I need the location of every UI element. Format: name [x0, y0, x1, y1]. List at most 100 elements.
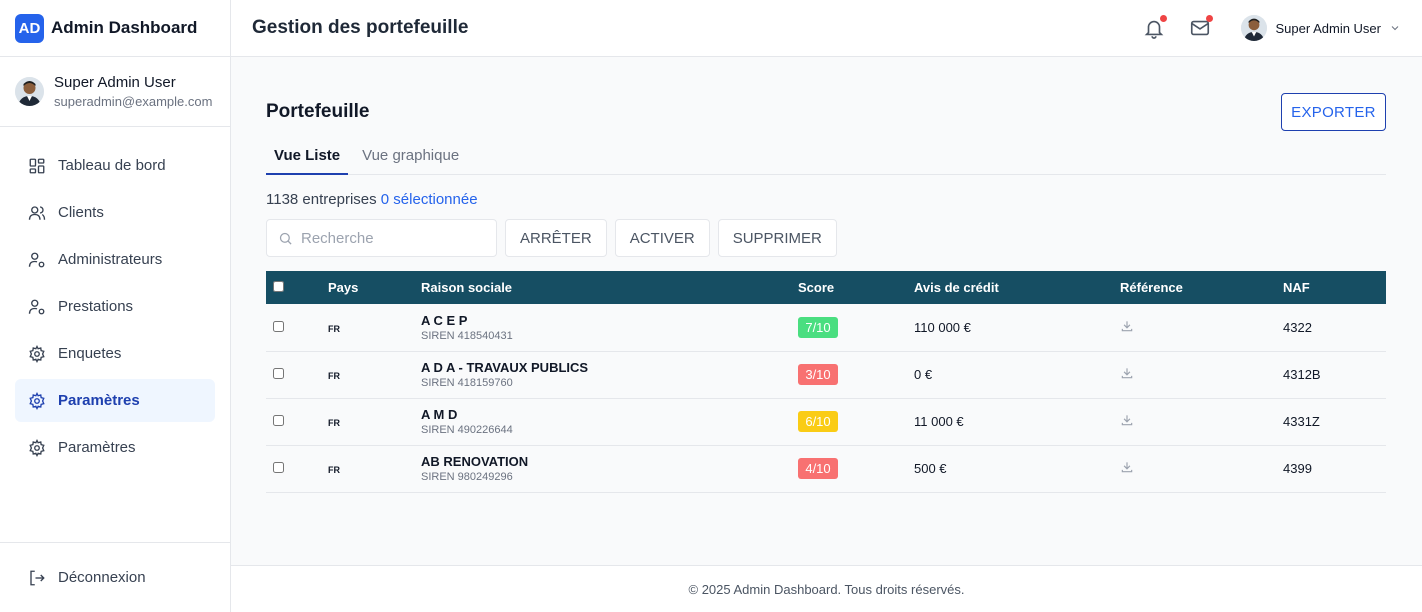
- row-checkbox[interactable]: [273, 415, 284, 426]
- col-country[interactable]: Pays: [328, 271, 421, 304]
- sidebar-item-label: Paramètres: [58, 392, 140, 409]
- messages-button[interactable]: [1189, 15, 1213, 39]
- sidebar-item-label: Clients: [58, 204, 104, 221]
- grid-icon: [29, 158, 45, 173]
- country-code: FR: [328, 323, 340, 334]
- sidebar-item-enquetes[interactable]: Enquetes: [15, 332, 215, 375]
- user-menu-name: Super Admin User: [1275, 20, 1382, 36]
- col-credit[interactable]: Avis de crédit: [914, 271, 1120, 304]
- bulk-actions: ARRÊTER ACTIVER SUPPRIMER: [266, 219, 1386, 257]
- sidebar-item-parametres-active[interactable]: Paramètres: [15, 379, 215, 422]
- col-score[interactable]: Score: [798, 271, 914, 304]
- export-button[interactable]: EXPORTER: [1281, 93, 1386, 131]
- select-all-checkbox[interactable]: [273, 281, 284, 292]
- credit-value: 11 000 €: [914, 414, 964, 429]
- sidebar-item-label: Enquetes: [58, 345, 122, 362]
- naf-code: 4331Z: [1283, 414, 1320, 429]
- sidebar-user-name: Super Admin User: [54, 73, 176, 91]
- sidebar-item-label: Tableau de bord: [58, 157, 166, 174]
- score-badge: 7/10: [798, 316, 838, 338]
- avatar: [1240, 15, 1267, 41]
- section-title: Portefeuille: [266, 101, 370, 122]
- brand[interactable]: AD Admin Dashboard: [0, 0, 230, 57]
- company-siren: SIREN 418540431: [421, 329, 513, 342]
- country-code: FR: [328, 371, 340, 381]
- company-siren: SIREN 418159760: [421, 377, 513, 389]
- sidebar-item-clients[interactable]: Clients: [15, 191, 215, 234]
- company-name[interactable]: A C E P: [421, 313, 798, 328]
- portfolio-content: Portefeuille EXPORTER Vue Liste Vue grap…: [231, 57, 1422, 565]
- page-title: Gestion des portefeuille: [252, 17, 469, 38]
- sidebar-user-email: superadmin@example.com: [54, 93, 213, 109]
- search-icon: [279, 232, 292, 245]
- sidebar-item-label: Paramètres: [58, 439, 136, 456]
- score-badge: 3/10: [798, 364, 838, 385]
- view-tabs: Vue Liste Vue graphique: [266, 142, 1386, 175]
- activate-button[interactable]: ACTIVER: [614, 219, 710, 257]
- delete-button[interactable]: SUPPRIMER: [717, 219, 837, 257]
- col-naf[interactable]: NAF: [1283, 271, 1386, 304]
- download-icon[interactable]: [1120, 366, 1134, 380]
- stop-button[interactable]: ARRÊTER: [505, 219, 607, 257]
- naf-code: 4322: [1283, 319, 1312, 335]
- sidebar-item-parametres[interactable]: Paramètres: [15, 426, 215, 469]
- download-icon[interactable]: [1120, 460, 1134, 474]
- user-cog-icon: [28, 299, 45, 314]
- company-name[interactable]: A D A - TRAVAUX PUBLICS: [421, 360, 798, 375]
- naf-code: 4312B: [1283, 367, 1321, 382]
- notification-dot: [1159, 15, 1167, 22]
- page-footer: © 2025 Admin Dashboard. Tous droits rése…: [231, 565, 1422, 612]
- company-name[interactable]: A M D: [421, 407, 798, 422]
- company-count: 1138 entreprises: [266, 191, 377, 208]
- sidebar-item-label: Prestations: [58, 298, 134, 315]
- tab-list-view[interactable]: Vue Liste: [266, 142, 349, 175]
- search-box[interactable]: [266, 219, 497, 257]
- credit-value: 0 €: [914, 367, 933, 382]
- brand-title: Admin Dashboard: [51, 18, 198, 37]
- row-checkbox[interactable]: [273, 320, 284, 332]
- brand-logo: AD: [15, 13, 44, 43]
- row-checkbox[interactable]: [273, 462, 284, 473]
- app-root: AD Admin Dashboard Super Admin User supe…: [0, 0, 1422, 612]
- users-icon: [28, 205, 46, 220]
- avatar: [15, 77, 44, 106]
- topbar: Gestion des portefeuille Super Admin Use…: [231, 0, 1422, 57]
- sidebar-item-tableau-de-bord[interactable]: Tableau de bord: [15, 144, 215, 187]
- selection-summary: 1138 entreprises 0 sélectionnée: [266, 191, 1386, 211]
- table-row[interactable]: FR AB RENOVATION SIREN 980249296 4/10 500…: [266, 445, 1386, 492]
- search-input[interactable]: [301, 229, 481, 247]
- credit-value: 110 000 €: [914, 319, 971, 335]
- gear-icon: [29, 344, 45, 363]
- gear-icon: [29, 438, 45, 457]
- sidebar: AD Admin Dashboard Super Admin User supe…: [0, 0, 231, 612]
- tab-chart-view[interactable]: Vue graphique: [354, 142, 467, 175]
- country-code: FR: [328, 418, 340, 428]
- sidebar-item-label: Administrateurs: [58, 251, 163, 268]
- row-checkbox[interactable]: [273, 368, 284, 379]
- table-header-row: Pays Raison sociale Score Avis de crédit…: [266, 271, 1386, 304]
- sidebar-item-administrateurs[interactable]: Administrateurs: [15, 238, 215, 281]
- naf-code: 4399: [1283, 461, 1312, 476]
- user-cog-icon: [28, 252, 45, 267]
- company-name[interactable]: AB RENOVATION: [421, 454, 798, 469]
- logout-icon: [30, 570, 45, 585]
- logout-button[interactable]: Déconnexion: [0, 542, 230, 612]
- table-row[interactable]: FR A D A - TRAVAUX PUBLICS SIREN 41815976…: [266, 351, 1386, 398]
- country-code: FR: [328, 465, 340, 475]
- notifications-button[interactable]: [1143, 15, 1167, 39]
- table-row[interactable]: FR A C E P SIREN 418540431 7/10 110 000 €…: [266, 304, 1386, 351]
- company-siren: SIREN 490226644: [421, 424, 513, 436]
- col-name[interactable]: Raison sociale: [421, 271, 798, 304]
- main: Gestion des portefeuille Super Admin Use…: [231, 0, 1422, 612]
- table-row[interactable]: FR A M D SIREN 490226644 6/10 11 000 € 43…: [266, 398, 1386, 445]
- download-icon[interactable]: [1120, 319, 1134, 333]
- col-reference[interactable]: Référence: [1120, 271, 1283, 304]
- score-badge: 6/10: [798, 411, 838, 432]
- message-dot: [1205, 15, 1213, 22]
- sidebar-item-prestations[interactable]: Prestations: [15, 285, 215, 328]
- selected-count[interactable]: 0 sélectionnée: [381, 191, 478, 208]
- user-menu[interactable]: Super Admin User: [1240, 15, 1402, 41]
- download-icon[interactable]: [1120, 413, 1134, 427]
- score-badge: 4/10: [798, 458, 838, 479]
- chevron-down-icon: [1391, 26, 1399, 31]
